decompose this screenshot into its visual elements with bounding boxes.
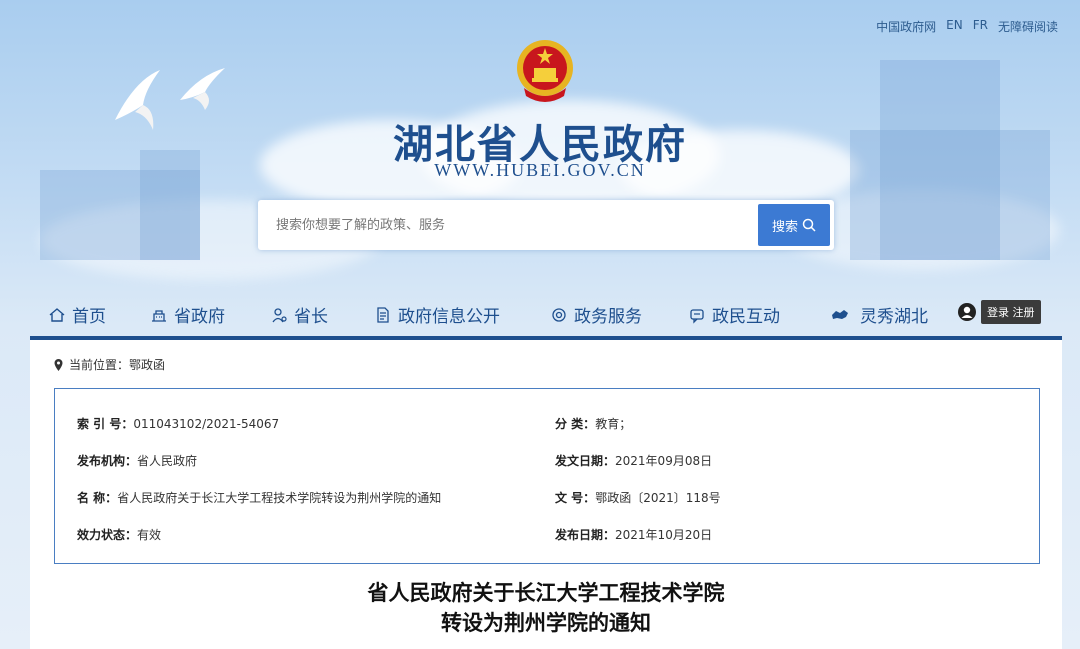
meta-value: 鄂政函〔2021〕118号 bbox=[595, 491, 721, 505]
meta-value: 有效 bbox=[137, 528, 162, 542]
hubei-map-icon bbox=[832, 309, 848, 319]
login-group: 登录 注册 bbox=[957, 300, 1041, 324]
nav-item-provincial-government[interactable]: 省政府 bbox=[150, 302, 225, 327]
search-button[interactable]: 搜索 bbox=[758, 204, 830, 246]
meta-label: 文 号： bbox=[555, 491, 596, 505]
avatar-icon[interactable] bbox=[957, 302, 977, 322]
document-title-line-2: 转设为荆州学院的通知 bbox=[441, 611, 651, 635]
national-emblem-icon bbox=[517, 40, 573, 102]
nav-label: 政府信息公开 bbox=[398, 307, 500, 327]
search-icon bbox=[802, 218, 816, 232]
top-links: 中国政府网 EN FR 无障碍阅读 bbox=[876, 18, 1058, 35]
site-url: WWW.HUBEI.GOV.CN bbox=[434, 160, 646, 180]
location-pin-icon bbox=[54, 358, 63, 371]
nav-label: 省政府 bbox=[174, 307, 225, 327]
breadcrumb: 当前位置： 鄂政函 bbox=[54, 356, 165, 373]
meta-value: 省人民政府 bbox=[137, 454, 198, 468]
nav-label: 政务服务 bbox=[574, 307, 642, 327]
nav-label: 灵秀湖北 bbox=[860, 307, 928, 327]
link-china-gov[interactable]: 中国政府网 bbox=[876, 18, 936, 35]
meta-label: 效力状态： bbox=[77, 528, 138, 542]
nav-item-information-disclosure[interactable]: 政府信息公开 bbox=[374, 302, 500, 327]
search-bar: 搜索 bbox=[258, 200, 834, 250]
meta-issuer: 发布机构：省人民政府 bbox=[77, 452, 197, 469]
meta-value: 教育； bbox=[595, 417, 632, 431]
meta-category: 分 类：教育； bbox=[555, 415, 631, 432]
meta-value: 2021年09月08日 bbox=[615, 454, 713, 468]
nav-label: 首页 bbox=[72, 307, 106, 327]
search-input[interactable] bbox=[262, 203, 758, 247]
document-icon bbox=[377, 306, 389, 323]
meta-label: 名 称： bbox=[77, 491, 118, 505]
content-panel: 当前位置： 鄂政函 索 引 号：011043102/2021-54067 分 类：… bbox=[30, 340, 1062, 649]
breadcrumb-prefix: 当前位置： bbox=[69, 358, 130, 372]
meta-publish-date: 发布日期：2021年10月20日 bbox=[555, 526, 712, 543]
link-english[interactable]: EN bbox=[946, 18, 963, 35]
nav-label: 政民互动 bbox=[712, 307, 780, 327]
service-icon bbox=[552, 307, 566, 322]
main-nav: 首页 省政府 省长 政府信息公开 政务服务 政民互动 灵秀湖北 登录 注册 bbox=[30, 292, 1062, 338]
meta-value: 省人民政府关于长江大学工程技术学院转设为荆州学院的通知 bbox=[117, 491, 442, 505]
nav-item-government-services[interactable]: 政务服务 bbox=[550, 302, 642, 327]
meta-doc-no: 文 号：鄂政函〔2021〕118号 bbox=[555, 489, 721, 506]
chat-icon bbox=[690, 308, 704, 324]
document-metadata: 索 引 号：011043102/2021-54067 分 类：教育； 发布机构：… bbox=[54, 388, 1040, 564]
nav-item-governor[interactable]: 省长 bbox=[270, 302, 328, 327]
nav-label: 省长 bbox=[294, 307, 328, 327]
nav-item-lingxiu-hubei[interactable]: 灵秀湖北 bbox=[826, 302, 928, 327]
meta-label: 分 类： bbox=[555, 417, 596, 431]
meta-name: 名 称：省人民政府关于长江大学工程技术学院转设为荆州学院的通知 bbox=[77, 489, 441, 506]
meta-label: 索 引 号： bbox=[77, 417, 134, 431]
nav-item-home[interactable]: 首页 bbox=[48, 302, 106, 327]
meta-value: 011043102/2021-54067 bbox=[133, 417, 280, 431]
nav-item-public-interaction[interactable]: 政民互动 bbox=[688, 302, 780, 327]
building-icon bbox=[152, 309, 166, 322]
document-title-line-1: 省人民政府关于长江大学工程技术学院 bbox=[367, 581, 725, 605]
meta-status: 效力状态：有效 bbox=[77, 526, 161, 543]
document-title: 省人民政府关于长江大学工程技术学院 转设为荆州学院的通知 bbox=[30, 578, 1062, 638]
home-icon bbox=[49, 307, 65, 322]
meta-value: 2021年10月20日 bbox=[615, 528, 713, 542]
login-register-button[interactable]: 登录 注册 bbox=[981, 300, 1041, 324]
user-icon bbox=[272, 307, 287, 322]
search-button-label: 搜索 bbox=[771, 219, 798, 235]
meta-doc-date: 发文日期：2021年09月08日 bbox=[555, 452, 712, 469]
meta-label: 发文日期： bbox=[555, 454, 616, 468]
link-accessibility[interactable]: 无障碍阅读 bbox=[998, 18, 1058, 35]
meta-label: 发布日期： bbox=[555, 528, 616, 542]
meta-label: 发布机构： bbox=[77, 454, 138, 468]
link-french[interactable]: FR bbox=[973, 18, 988, 35]
breadcrumb-current[interactable]: 鄂政函 bbox=[129, 356, 165, 373]
meta-index-no: 索 引 号：011043102/2021-54067 bbox=[77, 415, 279, 432]
